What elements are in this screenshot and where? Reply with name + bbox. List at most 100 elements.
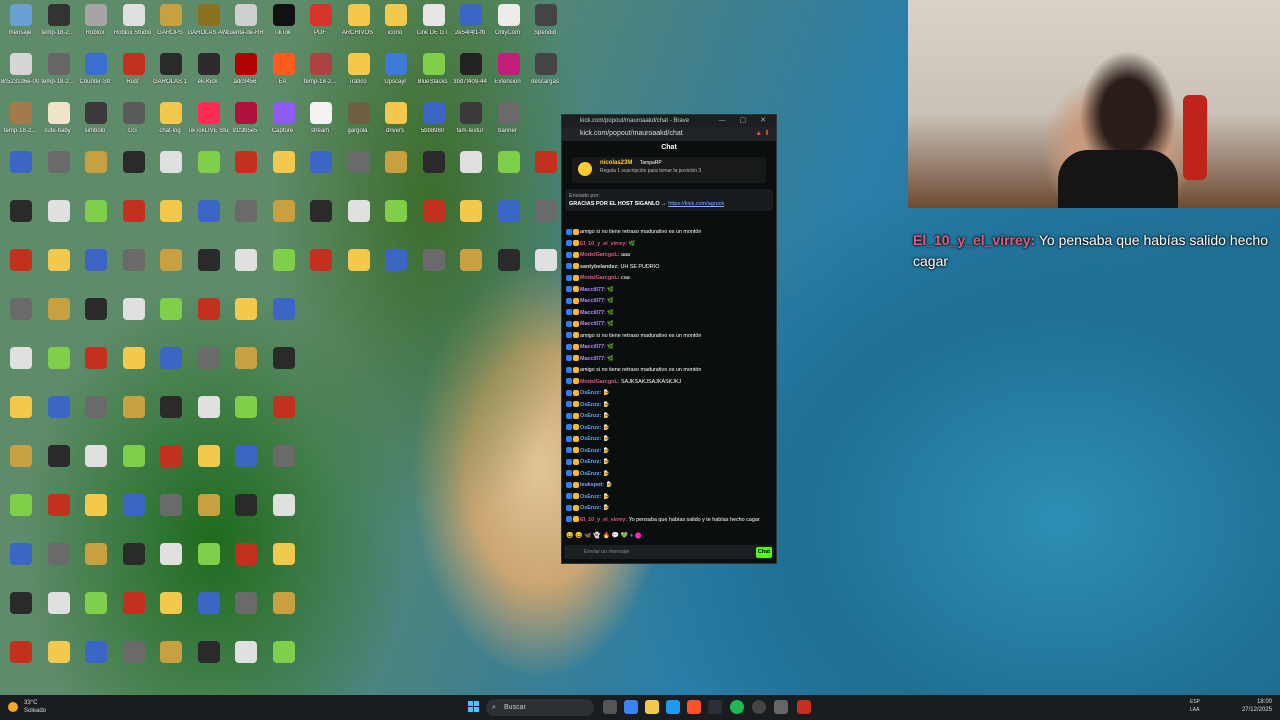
desktop-icon[interactable] (40, 149, 76, 193)
brave-icon[interactable] (687, 700, 701, 714)
file-explorer-icon[interactable] (645, 700, 659, 714)
task-view-icon[interactable] (603, 700, 617, 714)
chat-message[interactable]: OsEnzz: 🍺 (566, 400, 772, 412)
desktop-icon[interactable]: BlueStacks (415, 51, 451, 95)
desktop-icon[interactable] (227, 443, 263, 487)
desktop-icon[interactable] (415, 247, 451, 291)
desktop-icon[interactable] (115, 247, 151, 291)
chat-message[interactable]: OsEnzz: 🍺 (566, 457, 772, 469)
weather-widget[interactable]: 33°C Soleado (24, 699, 46, 715)
emote-strip[interactable]: 😀 😀 🦋 👻 🔥 💬 💚 ♦ ⬤ (566, 532, 686, 541)
desktop-icon[interactable]: Extension (490, 51, 526, 95)
desktop-icon[interactable]: temp-18-2... (40, 2, 76, 46)
spotify-icon[interactable] (730, 700, 744, 714)
desktop-icon[interactable] (115, 541, 151, 585)
chat-username[interactable]: El_10_y_el_virrey: (580, 517, 629, 523)
chat-message-list[interactable]: amigo si no tiene retraso madurativo es … (566, 227, 772, 535)
desktop-icon[interactable]: Roblox (77, 2, 113, 46)
desktop-icon[interactable]: Upscayl (377, 51, 413, 95)
chat-input[interactable]: Enviar un mensaje (564, 545, 774, 559)
desktop-icon[interactable] (77, 296, 113, 340)
desktop-icon[interactable] (527, 247, 563, 291)
desktop-icon[interactable] (190, 590, 226, 634)
desktop-icon[interactable] (115, 149, 151, 193)
pinned-link[interactable]: https://kick.com/agruck (668, 201, 724, 207)
chat-message[interactable]: Maccill77: 🌿 (566, 296, 772, 308)
chat-username[interactable]: OsEnzz: (580, 494, 603, 500)
desktop-icon[interactable]: 3bd7f409-44 (452, 51, 488, 95)
desktop-icon[interactable] (190, 394, 226, 438)
desktop-icon[interactable] (190, 296, 226, 340)
desktop-icon[interactable] (190, 198, 226, 242)
weather-icon[interactable] (8, 702, 18, 712)
send-chat-button[interactable]: Chat (756, 547, 772, 558)
desktop-icon[interactable] (2, 394, 38, 438)
desktop-icon[interactable] (115, 296, 151, 340)
desktop-icon[interactable] (77, 394, 113, 438)
desktop-icon[interactable]: 91f3b5e5 (227, 100, 263, 144)
desktop-icon[interactable] (190, 247, 226, 291)
widgets-icon[interactable] (624, 700, 638, 714)
desktop-icon[interactable] (190, 492, 226, 536)
chat-message[interactable]: ModelGarcgoL: aaa (566, 250, 772, 262)
chat-username[interactable]: OsEnzz: (580, 413, 603, 419)
desktop-icon[interactable] (490, 247, 526, 291)
chat-username[interactable]: ModelGarcgoL: (580, 252, 621, 258)
chat-username[interactable]: ModelGarcgoL: (580, 379, 621, 385)
desktop-icon[interactable]: Spendid (527, 2, 563, 46)
window-titlebar[interactable]: kick.com/popout/mauroaakd/chat - Brave —… (562, 115, 776, 127)
desktop-icon[interactable] (152, 247, 188, 291)
desktop-icon[interactable]: fam-textur (452, 100, 488, 144)
desktop-icon[interactable] (265, 149, 301, 193)
desktop-icon[interactable]: stream (302, 100, 338, 144)
desktop-icon[interactable]: cute-baby (40, 100, 76, 144)
chat-message[interactable]: ModelGarcgoL: SAJKSAKJSAJKASKJKJ (566, 377, 772, 389)
desktop-icon[interactable] (377, 247, 413, 291)
desktop-icon[interactable] (377, 198, 413, 242)
chat-message[interactable]: OsEnzz: 🍺 (566, 434, 772, 446)
edge-icon[interactable] (666, 700, 680, 714)
steam-icon[interactable] (708, 700, 722, 714)
desktop-icon[interactable]: GAROLAS AWARDS (188, 2, 228, 46)
chat-username[interactable]: OsEnzz: (580, 402, 603, 408)
desktop-icon[interactable]: mensaje (2, 2, 38, 46)
desktop-icon[interactable] (190, 541, 226, 585)
desktop-icon[interactable] (77, 590, 113, 634)
desktop-icon[interactable]: ARCHIVOS (340, 2, 376, 46)
desktop-icon[interactable] (527, 198, 563, 242)
desktop-icon[interactable] (2, 296, 38, 340)
desktop-icon[interactable] (452, 247, 488, 291)
desktop-icon[interactable] (2, 639, 38, 683)
desktop-icon[interactable] (265, 443, 301, 487)
chat-username[interactable]: santybelandez: (580, 264, 620, 270)
desktop-icon[interactable]: icono (377, 2, 413, 46)
desktop-icon[interactable] (2, 149, 38, 193)
desktop-icon[interactable]: temp-18-2... (2, 100, 38, 144)
chat-username[interactable]: OsEnzz: (580, 448, 603, 454)
desktop-icon[interactable] (302, 247, 338, 291)
address-bar[interactable]: kick.com/popout/mauroaakd/chat ▲ ⬇ (562, 127, 776, 141)
chat-message[interactable]: OsEnzz: 🍺 (566, 503, 772, 515)
desktop-icon[interactable]: 5bb8980 (415, 100, 451, 144)
desktop-icon[interactable]: PDF (302, 2, 338, 46)
desktop-icon[interactable] (227, 296, 263, 340)
desktop-icon[interactable] (152, 639, 188, 683)
start-button[interactable] (468, 701, 480, 713)
desktop-icon[interactable]: drivers (377, 100, 413, 144)
desktop-icon[interactable]: 8c5231d6e-00 (1, 51, 39, 95)
desktop-icon[interactable] (265, 345, 301, 389)
desktop-icon[interactable] (77, 247, 113, 291)
desktop-icon[interactable] (40, 198, 76, 242)
desktop-icon[interactable] (2, 492, 38, 536)
desktop-icon[interactable] (227, 345, 263, 389)
desktop-icon[interactable] (77, 345, 113, 389)
desktop-icon[interactable] (77, 443, 113, 487)
desktop-icon[interactable]: GAROPS (152, 2, 188, 46)
chat-username[interactable]: Maccill77: (580, 356, 607, 362)
chat-username[interactable]: Maccill77: (580, 298, 607, 304)
chat-message[interactable]: OsEnzz: 🍺 (566, 492, 772, 504)
chat-message[interactable]: Maccill77: 🌿 (566, 308, 772, 320)
chat-username[interactable]: OsEnzz: (580, 471, 603, 477)
desktop-icon[interactable] (40, 443, 76, 487)
taskbar-search[interactable]: ⌕ Buscar (486, 699, 594, 716)
